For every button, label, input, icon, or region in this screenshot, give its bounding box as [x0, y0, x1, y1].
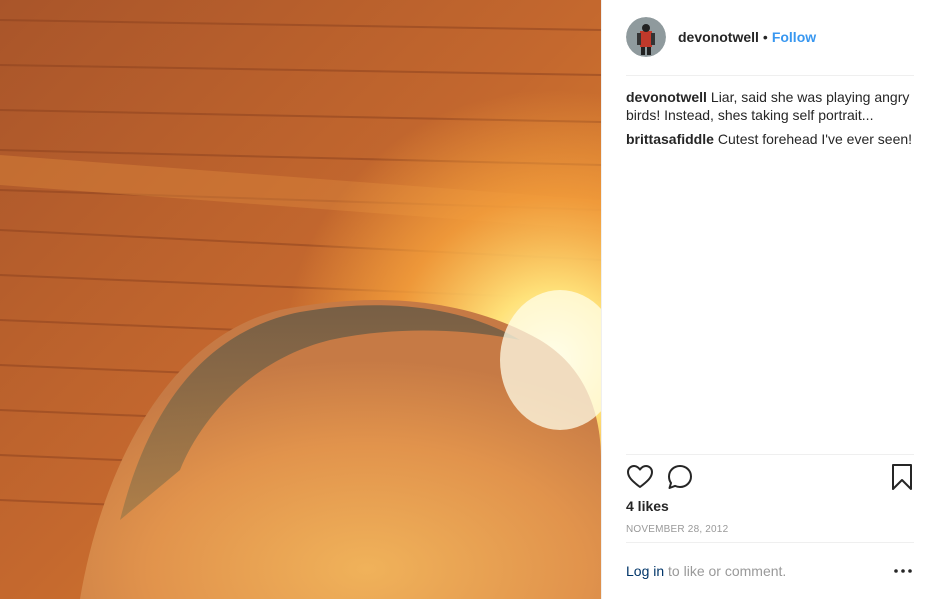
- bookmark-icon[interactable]: [888, 463, 916, 491]
- login-prompt-text: to like or comment.: [664, 563, 787, 579]
- heart-icon[interactable]: [626, 463, 654, 491]
- post-sidebar: devonotwell • Follow devonotwell Liar, sa…: [601, 0, 935, 599]
- login-link[interactable]: Log in: [626, 563, 664, 579]
- divider: [626, 75, 914, 76]
- divider: [626, 454, 914, 455]
- comment-username[interactable]: brittasafiddle: [626, 131, 714, 147]
- post-date: NOVEMBER 28, 2012: [626, 524, 729, 535]
- comment-text: Cutest forehead I've ever seen!: [717, 131, 913, 147]
- avatar[interactable]: [626, 17, 666, 57]
- caption: devonotwell Liar, said she was playing an…: [626, 88, 914, 124]
- login-prompt: Log in to like or comment.: [626, 563, 786, 579]
- comments-list: devonotwell Liar, said she was playing an…: [626, 88, 914, 154]
- more-options-icon[interactable]: [892, 562, 914, 580]
- post-header: devonotwell • Follow: [626, 16, 914, 58]
- separator-dot: •: [762, 29, 768, 45]
- caption-username[interactable]: devonotwell: [626, 89, 707, 105]
- action-bar: [626, 463, 916, 491]
- comment-item: brittasafiddle Cutest forehead I've ever …: [626, 130, 914, 148]
- divider: [626, 542, 914, 543]
- like-count[interactable]: 4 likes: [626, 498, 669, 514]
- author-username[interactable]: devonotwell: [678, 29, 759, 45]
- comment-bubble-icon[interactable]: [666, 463, 694, 491]
- follow-button[interactable]: Follow: [772, 29, 816, 45]
- post-photo: [0, 0, 601, 599]
